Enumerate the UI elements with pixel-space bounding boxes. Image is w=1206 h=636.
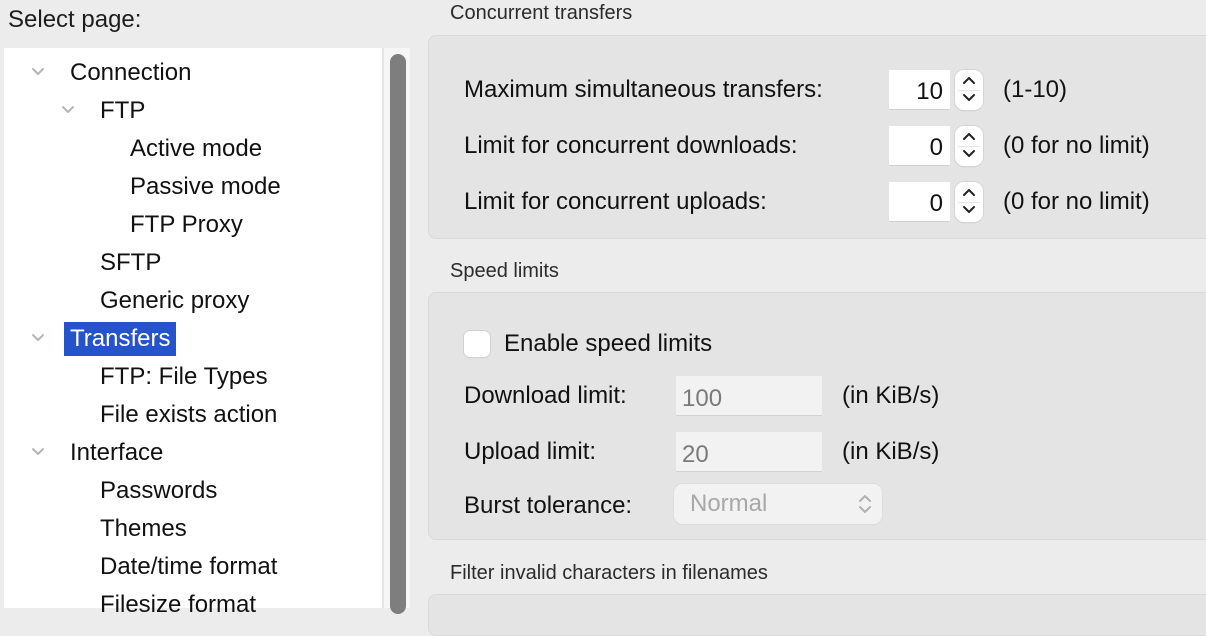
tree-item-label: FTP Proxy bbox=[130, 211, 243, 238]
upload-limit-label: Upload limit: bbox=[464, 438, 597, 465]
tree-item[interactable]: Interface bbox=[0, 436, 380, 470]
tree-item-label: FTP bbox=[100, 97, 146, 124]
enable-speed-limits-label[interactable]: Enable speed limits bbox=[504, 330, 712, 358]
chevron-down-icon[interactable] bbox=[962, 205, 976, 215]
tree-item-label: File exists action bbox=[100, 401, 278, 428]
tree-item-label: Generic proxy bbox=[100, 287, 250, 314]
tree-item-label: Passwords bbox=[100, 477, 218, 504]
burst-tolerance-value: Normal bbox=[690, 490, 768, 517]
burst-tolerance-label: Burst tolerance: bbox=[464, 492, 633, 519]
enable-speed-limits-checkbox[interactable] bbox=[464, 331, 490, 357]
tree-item[interactable]: Themes bbox=[0, 512, 380, 546]
download-limit-label: Download limit: bbox=[464, 382, 627, 409]
disclosure-chevron-icon[interactable] bbox=[31, 445, 45, 459]
tree-item-label: Date/time format bbox=[100, 553, 278, 580]
concurrent-downloads-input[interactable]: 0 bbox=[889, 126, 950, 166]
tree-item[interactable]: Connection bbox=[0, 56, 380, 90]
upload-limit-input[interactable]: 20 bbox=[676, 432, 822, 472]
disclosure-chevron-icon[interactable] bbox=[31, 331, 45, 345]
concurrent-downloads-stepper[interactable] bbox=[955, 126, 983, 166]
chevron-down-icon[interactable] bbox=[962, 93, 976, 103]
tree-item[interactable]: Passwords bbox=[0, 474, 380, 508]
tree-item[interactable]: Transfers bbox=[0, 322, 380, 356]
download-limit-input[interactable]: 100 bbox=[676, 376, 822, 416]
disclosure-chevron-icon[interactable] bbox=[31, 65, 45, 79]
tree-item[interactable]: Date/time format bbox=[0, 550, 380, 584]
tree-item[interactable]: SFTP bbox=[0, 246, 380, 280]
concurrent-uploads-stepper[interactable] bbox=[955, 182, 983, 222]
tree-item-label: SFTP bbox=[100, 249, 162, 276]
up-down-chevron-icon bbox=[859, 495, 871, 513]
select-page-label: Select page: bbox=[8, 6, 142, 33]
tree-item[interactable]: Filesize format bbox=[0, 588, 380, 622]
tree-item-label: Passive mode bbox=[130, 173, 281, 200]
max-transfers-input[interactable]: 10 bbox=[889, 70, 950, 110]
max-transfers-hint: (1-10) bbox=[1003, 76, 1068, 103]
burst-tolerance-select[interactable]: Normal bbox=[674, 484, 882, 524]
chevron-up-icon[interactable] bbox=[962, 131, 976, 141]
tree-item-label: Themes bbox=[100, 515, 187, 542]
concurrent-uploads-label: Limit for concurrent uploads: bbox=[464, 188, 767, 215]
tree-item[interactable]: FTP: File Types bbox=[0, 360, 380, 394]
tree-item-label: FTP: File Types bbox=[100, 363, 268, 390]
download-limit-unit: (in KiB/s) bbox=[842, 382, 940, 409]
chevron-up-icon[interactable] bbox=[962, 187, 976, 197]
tree-item[interactable]: Passive mode bbox=[0, 170, 380, 204]
tree-item-label: Connection bbox=[70, 59, 192, 86]
filter-invalid-chars-group bbox=[428, 594, 1206, 636]
chevron-down-icon[interactable] bbox=[962, 149, 976, 159]
max-transfers-label: Maximum simultaneous transfers: bbox=[464, 76, 823, 103]
chevron-up-icon[interactable] bbox=[962, 75, 976, 85]
tree-item-label: Interface bbox=[70, 439, 164, 466]
concurrent-downloads-hint: (0 for no limit) bbox=[1003, 132, 1150, 159]
disclosure-chevron-icon[interactable] bbox=[61, 103, 75, 117]
tree-item-label: Active mode bbox=[130, 135, 263, 162]
tree-item[interactable]: FTP Proxy bbox=[0, 208, 380, 242]
tree-item-label: Filesize format bbox=[100, 591, 257, 618]
tree-scrollbar-thumb[interactable] bbox=[390, 54, 406, 614]
tree-item[interactable]: File exists action bbox=[0, 398, 380, 432]
upload-limit-unit: (in KiB/s) bbox=[842, 438, 940, 465]
concurrent-uploads-input[interactable]: 0 bbox=[889, 182, 950, 222]
max-transfers-stepper[interactable] bbox=[955, 70, 983, 110]
tree-item[interactable]: Generic proxy bbox=[0, 284, 380, 318]
concurrent-transfers-title: Concurrent transfers bbox=[450, 2, 633, 24]
concurrent-uploads-hint: (0 for no limit) bbox=[1003, 188, 1150, 215]
tree-item[interactable]: Active mode bbox=[0, 132, 380, 166]
tree-item-label: Transfers bbox=[64, 322, 177, 356]
tree-item[interactable]: FTP bbox=[0, 94, 380, 128]
filter-invalid-chars-title: Filter invalid characters in filenames bbox=[450, 562, 768, 584]
speed-limits-title: Speed limits bbox=[450, 260, 559, 282]
concurrent-downloads-label: Limit for concurrent downloads: bbox=[464, 132, 798, 159]
